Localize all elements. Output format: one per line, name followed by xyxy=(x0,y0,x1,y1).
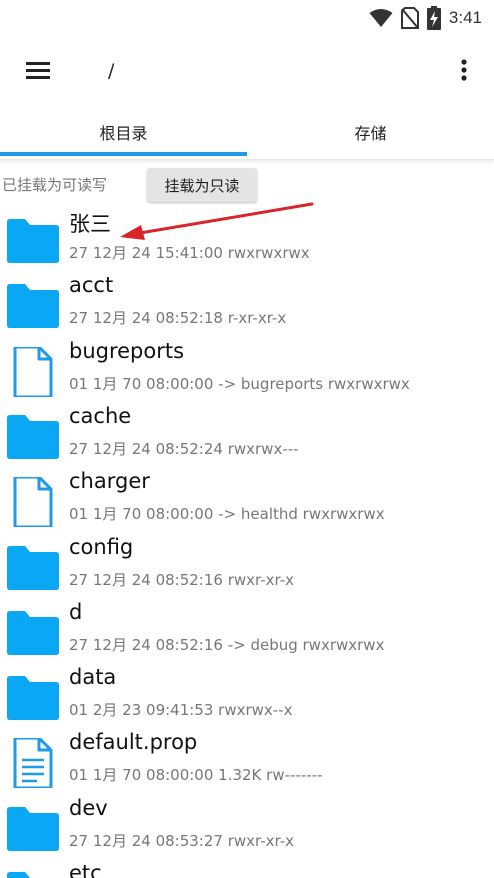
file-name: bugreports xyxy=(69,338,185,363)
file-list-item[interactable]: d 27 12月 24 08:52:16 -> debug rwxrwxrwx xyxy=(0,594,494,659)
mount-status-label: 已挂载为可读写 xyxy=(2,176,108,194)
file-name: default.prop xyxy=(69,730,198,755)
file-meta: 01 2月 23 09:41:53 rwxrwx--x xyxy=(69,701,293,720)
file-meta: 27 12月 24 08:52:18 r-xr-xr-x xyxy=(69,309,287,328)
file-name: charger xyxy=(69,469,150,494)
mount-readonly-button[interactable]: 挂载为只读 xyxy=(147,168,257,202)
folder-icon xyxy=(5,608,61,658)
file-list-item[interactable]: bugreports 01 1月 70 08:00:00 -> bugreport… xyxy=(0,333,494,399)
file-meta: 01 1月 70 08:00:00 -> healthd rwxrwxrwx xyxy=(69,505,385,524)
tab-storage[interactable]: 存储 xyxy=(247,106,494,158)
mount-row: 已挂载为可读写 挂载为只读 xyxy=(0,166,494,204)
file-meta: 01 1月 70 08:00:00 1.32K rw------- xyxy=(69,766,323,785)
file-list-item[interactable]: cache 27 12月 24 08:52:24 rwxrwx--- xyxy=(0,398,494,463)
more-options-button[interactable] xyxy=(454,56,474,86)
file-name: etc xyxy=(69,861,102,878)
active-tab-indicator xyxy=(0,152,247,156)
file-list-item[interactable]: acct 27 12月 24 08:52:18 r-xr-xr-x xyxy=(0,267,494,332)
file-meta: 27 12月 24 08:52:24 rwxrwx--- xyxy=(69,439,299,458)
file-name: data xyxy=(69,665,117,690)
hamburger-menu-icon xyxy=(26,62,50,79)
file-meta: 27 12月 24 15:41:00 rwxrwxrwx xyxy=(69,244,310,262)
file-meta: 27 12月 24 08:52:16 rwxr-xr-x xyxy=(69,570,295,589)
clock: 3:41 xyxy=(448,8,482,27)
file-meta: 27 12月 24 08:53:27 rwxr-xr-x xyxy=(69,831,295,850)
folder-icon xyxy=(5,216,61,266)
file-meta: 27 12月 24 08:52:16 -> debug rwxrwxrwx xyxy=(69,635,385,654)
folder-icon xyxy=(5,869,61,878)
no-sim-icon xyxy=(400,7,419,29)
file-name: cache xyxy=(69,403,132,428)
file-icon xyxy=(5,475,61,529)
text-file-icon xyxy=(5,736,61,790)
folder-icon xyxy=(5,281,61,331)
folder-icon xyxy=(5,804,61,854)
menu-button[interactable] xyxy=(20,56,56,86)
file-list-item[interactable]: etc xyxy=(0,855,494,878)
current-path: / xyxy=(108,60,115,82)
wifi-icon xyxy=(369,9,393,27)
status-icons: 3:41 xyxy=(369,6,482,30)
app-bar: / xyxy=(0,36,494,106)
file-name: d xyxy=(69,599,83,624)
tab-root-directory[interactable]: 根目录 xyxy=(0,106,247,158)
file-list-item[interactable]: charger 01 1月 70 08:00:00 -> healthd rwxr… xyxy=(0,463,494,529)
status-bar: 3:41 xyxy=(0,0,494,36)
file-list-item[interactable]: config 27 12月 24 08:52:16 rwxr-xr-x xyxy=(0,529,494,594)
folder-icon xyxy=(5,543,61,593)
file-list-item[interactable]: dev 27 12月 24 08:53:27 rwxr-xr-x xyxy=(0,790,494,855)
folder-icon xyxy=(5,412,61,462)
file-list-item[interactable]: 张三 27 12月 24 15:41:00 rwxrwxrwx xyxy=(0,202,494,267)
file-list-item[interactable]: default.prop 01 1月 70 08:00:00 1.32K rw--… xyxy=(0,724,494,790)
more-vert-icon xyxy=(461,59,467,81)
file-name: acct xyxy=(69,273,114,298)
battery-charging-icon xyxy=(426,6,441,30)
file-meta: 01 1月 70 08:00:00 -> bugreports rwxrwxrw… xyxy=(69,374,410,393)
file-name: dev xyxy=(69,795,108,820)
file-name: config xyxy=(69,534,134,559)
file-name: 张三 xyxy=(69,212,111,236)
file-list-item[interactable]: data 01 2月 23 09:41:53 rwxrwx--x xyxy=(0,659,494,724)
file-icon xyxy=(5,345,61,399)
folder-icon xyxy=(5,673,61,723)
